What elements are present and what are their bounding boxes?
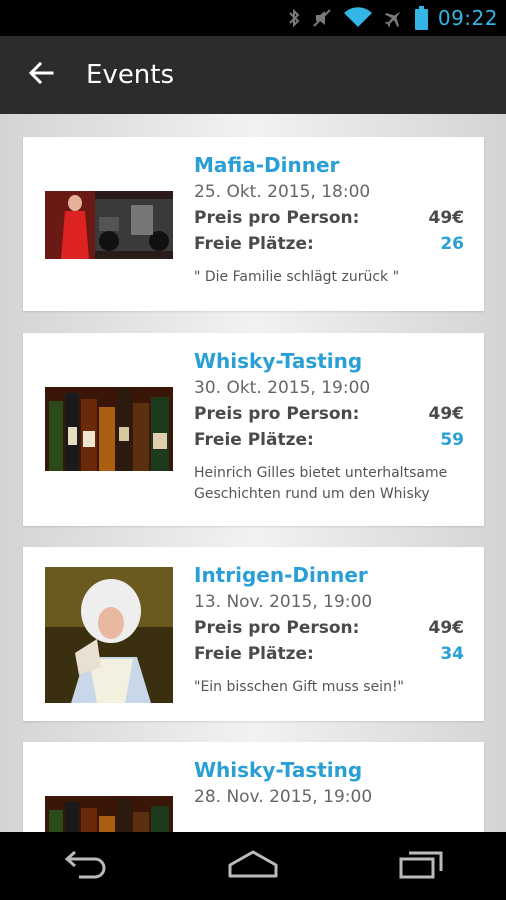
price-value: 49€ <box>428 404 465 424</box>
seats-value: 26 <box>440 234 464 254</box>
nav-home-button[interactable] <box>208 836 298 896</box>
arrow-left-icon <box>28 61 54 89</box>
event-card-mafia-dinner[interactable]: Mafia-Dinner 25. Okt. 2015, 18:00 Preis … <box>23 137 484 311</box>
seats-value: 59 <box>440 430 464 450</box>
event-date: 28. Nov. 2015, 19:00 <box>194 787 373 807</box>
event-card-whisky-tasting-2[interactable]: Whisky-Tasting 28. Nov. 2015, 19:00 <box>23 742 484 832</box>
event-title: Mafia-Dinner <box>194 153 340 177</box>
price-value: 49€ <box>428 618 465 638</box>
event-date: 30. Okt. 2015, 19:00 <box>194 378 371 398</box>
page-title: Events <box>86 60 175 90</box>
mute-icon <box>311 7 333 29</box>
home-nav-icon <box>226 849 280 883</box>
nav-back-button[interactable] <box>39 836 129 896</box>
events-list[interactable]: Mafia-Dinner 25. Okt. 2015, 18:00 Preis … <box>0 114 506 832</box>
price-label: Preis pro Person: <box>194 618 360 638</box>
status-clock: 09:22 <box>437 6 498 30</box>
price-label: Preis pro Person: <box>194 404 360 424</box>
wifi-icon <box>343 7 373 29</box>
battery-icon <box>414 6 428 30</box>
event-image-mafia-dinner <box>45 191 173 259</box>
event-card-whisky-tasting[interactable]: Whisky-Tasting 30. Okt. 2015, 19:00 Prei… <box>23 333 484 526</box>
seats-label: Freie Plätze: <box>194 234 314 254</box>
event-image-intrigen-dinner <box>45 567 173 703</box>
event-description: " Die Familie schlägt zurück " <box>194 269 400 285</box>
event-description: Heinrich Gilles bietet unterhaltsame Ges… <box>194 465 448 502</box>
status-bar: 09:22 <box>0 0 506 36</box>
event-title: Whisky-Tasting <box>194 349 363 373</box>
back-button[interactable] <box>6 36 76 114</box>
price-value: 49€ <box>428 208 465 228</box>
event-title: Intrigen-Dinner <box>194 563 368 587</box>
price-label: Preis pro Person: <box>194 208 360 228</box>
seats-label: Freie Plätze: <box>194 430 314 450</box>
navigation-bar <box>0 832 506 900</box>
event-image-whisky-tasting-2 <box>45 796 173 832</box>
bluetooth-icon <box>287 7 301 29</box>
action-bar: Events <box>0 36 506 114</box>
event-date: 25. Okt. 2015, 18:00 <box>194 182 371 202</box>
nav-recents-button[interactable] <box>377 836 467 896</box>
seats-value: 34 <box>440 644 464 664</box>
event-card-intrigen-dinner[interactable]: Intrigen-Dinner 13. Nov. 2015, 19:00 Pre… <box>23 547 484 721</box>
back-nav-icon <box>59 849 109 883</box>
recents-nav-icon <box>397 849 447 883</box>
airplane-icon <box>383 7 405 29</box>
seats-label: Freie Plätze: <box>194 644 314 664</box>
event-date: 13. Nov. 2015, 19:00 <box>194 592 373 612</box>
event-image-whisky-tasting <box>45 387 173 471</box>
event-description: "Ein bisschen Gift muss sein!" <box>194 679 404 695</box>
event-title: Whisky-Tasting <box>194 758 363 782</box>
